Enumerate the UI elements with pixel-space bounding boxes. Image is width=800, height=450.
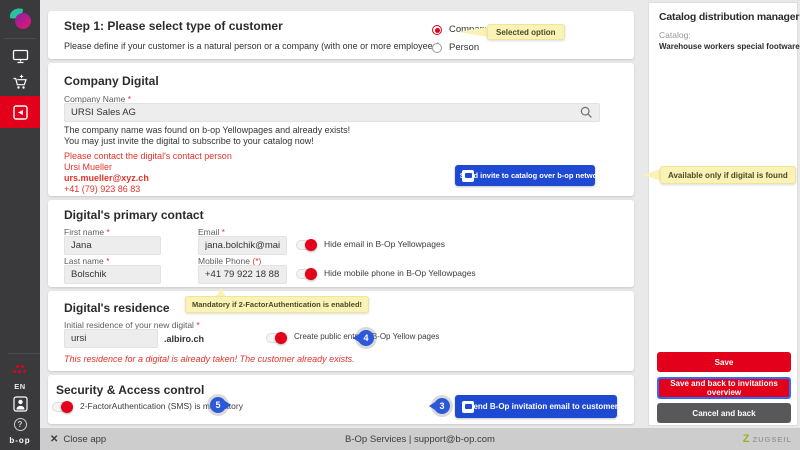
step-badge-5: 5	[210, 397, 226, 413]
app-window: EN ? b-op ✕ Close app B-Op Services | su…	[0, 0, 800, 450]
toggle-knob	[61, 401, 73, 413]
public-entry-toggle[interactable]	[266, 333, 287, 343]
primary-contact-title: Digital's primary contact	[64, 208, 204, 222]
sidebar-item-alerts[interactable]	[0, 362, 40, 376]
send-invitation-email-button[interactable]: Send B-Op invitation email to customer	[455, 395, 617, 418]
tooltip-tail	[643, 169, 661, 181]
zugseil-logo: Z ZUGSEIL	[743, 434, 792, 445]
help-icon: ?	[14, 418, 27, 431]
contact-email-link[interactable]: urs.mueller@xyz.ch	[64, 173, 149, 183]
save-and-back-button[interactable]: Save and back to invitations overview	[657, 377, 791, 399]
residence-title: Digital's residence	[64, 301, 170, 315]
left-sidebar: EN ? b-op	[0, 0, 40, 450]
company-digital-card: Company Digital Company Name * The compa…	[48, 63, 634, 196]
hide-email-toggle[interactable]	[296, 240, 317, 250]
bop-brand-logo: b-op	[0, 436, 40, 445]
close-app-label: Close app	[63, 434, 106, 445]
contact-name: Ursi Mueller	[64, 162, 112, 172]
catalog-panel: Catalog distribution manager Catalog: Wa…	[648, 2, 798, 426]
support-text: B-Op Services | support@b-op.com	[345, 434, 495, 445]
radio-company-selected	[432, 25, 442, 35]
contact-phone: +41 (79) 923 86 83	[64, 184, 140, 194]
badge-tail	[425, 402, 435, 410]
catalog-value: Warehouse workers special footware	[659, 42, 800, 51]
radio-option-person[interactable]: Person	[432, 42, 479, 53]
cancel-and-back-button[interactable]: Cancel and back	[657, 403, 791, 423]
cart-add-icon	[12, 74, 29, 90]
primary-contact-card: Digital's primary contact First name * E…	[48, 200, 634, 287]
tooltip-tail	[458, 27, 488, 37]
badge-tail	[349, 334, 359, 342]
sidebar-item-profile[interactable]	[0, 393, 40, 415]
monitor-icon	[12, 49, 29, 64]
selected-option-tooltip: Selected option	[487, 24, 565, 40]
search-icon[interactable]	[580, 106, 593, 119]
badge-tail	[225, 401, 235, 409]
app-logo-icon[interactable]	[7, 6, 33, 32]
first-name-input[interactable]	[64, 236, 161, 255]
step-badge-3: 3	[434, 398, 450, 414]
sidebar-item-catalog-manager[interactable]	[0, 96, 40, 128]
security-title: Security & Access control	[56, 383, 204, 397]
catalog-return-icon	[12, 104, 29, 121]
toggle-knob	[305, 268, 317, 280]
send-invite-catalog-button[interactable]: Send invite to catalog over b-op network	[455, 165, 595, 186]
email-input[interactable]	[198, 236, 287, 255]
sidebar-item-desktop[interactable]	[0, 42, 40, 70]
mobile-phone-input[interactable]	[198, 265, 287, 284]
user-portrait-icon	[13, 396, 28, 412]
company-name-input[interactable]	[64, 103, 600, 122]
sidebar-divider	[4, 38, 36, 39]
radio-person-unselected	[432, 43, 442, 53]
zugseil-z-icon: Z	[743, 434, 750, 445]
step1-subtitle: Please define if your customer is a natu…	[64, 41, 440, 51]
sidebar-divider	[8, 353, 40, 354]
hide-mobile-toggle[interactable]	[296, 269, 317, 279]
zugseil-logo-text: ZUGSEIL	[752, 435, 792, 444]
chat-bubble-icon	[462, 401, 474, 413]
residence-input[interactable]	[64, 329, 158, 348]
domain-suffix: .albiro.ch	[164, 334, 204, 344]
step-badge-4: 4	[358, 330, 374, 346]
toggle-knob	[305, 239, 317, 251]
company-digital-title: Company Digital	[64, 74, 159, 88]
step1-title: Step 1: Please select type of customer	[64, 19, 283, 33]
toggle-knob	[275, 332, 287, 344]
company-found-info-1: The company name was found on b-op Yello…	[64, 125, 350, 135]
status-bar: ✕ Close app B-Op Services | support@b-op…	[40, 428, 800, 450]
security-card: Security & Access control 2-FactorAuthen…	[48, 375, 634, 424]
language-selector[interactable]: EN	[0, 382, 40, 391]
twofa-toggle[interactable]	[52, 402, 73, 412]
hide-email-label: Hide email in B-Op Yellowpages	[324, 239, 445, 249]
sidebar-item-shop[interactable]	[0, 68, 40, 96]
close-icon: ✕	[50, 434, 58, 445]
red-dots-icon	[13, 365, 27, 374]
invite-available-tooltip: Available only if digital is found	[660, 166, 796, 184]
catalog-label: Catalog:	[659, 30, 691, 40]
chat-bubble-icon	[462, 170, 474, 182]
hide-mobile-label: Hide mobile phone in B-Op Yellowpages	[324, 268, 476, 278]
sidebar-item-help[interactable]: ?	[0, 415, 40, 433]
sidebar-bottom-group: EN ? b-op	[0, 353, 40, 450]
residence-taken-error: This residence for a digital is already …	[64, 354, 355, 364]
company-found-info-2: You may just invite the digital to subsc…	[64, 136, 314, 146]
save-button[interactable]: Save	[657, 352, 791, 372]
radio-person-label: Person	[449, 42, 479, 53]
contact-warning: Please contact the digital's contact per…	[64, 151, 232, 161]
close-app-button[interactable]: ✕ Close app	[50, 434, 106, 445]
catalog-panel-title: Catalog distribution manager	[659, 11, 799, 23]
last-name-input[interactable]	[64, 265, 161, 284]
send-invitation-email-label: Send B-Op invitation email to customer	[454, 402, 618, 411]
mobile-mandatory-tooltip: Mandatory if 2-FactorAuthentication is e…	[185, 296, 369, 313]
